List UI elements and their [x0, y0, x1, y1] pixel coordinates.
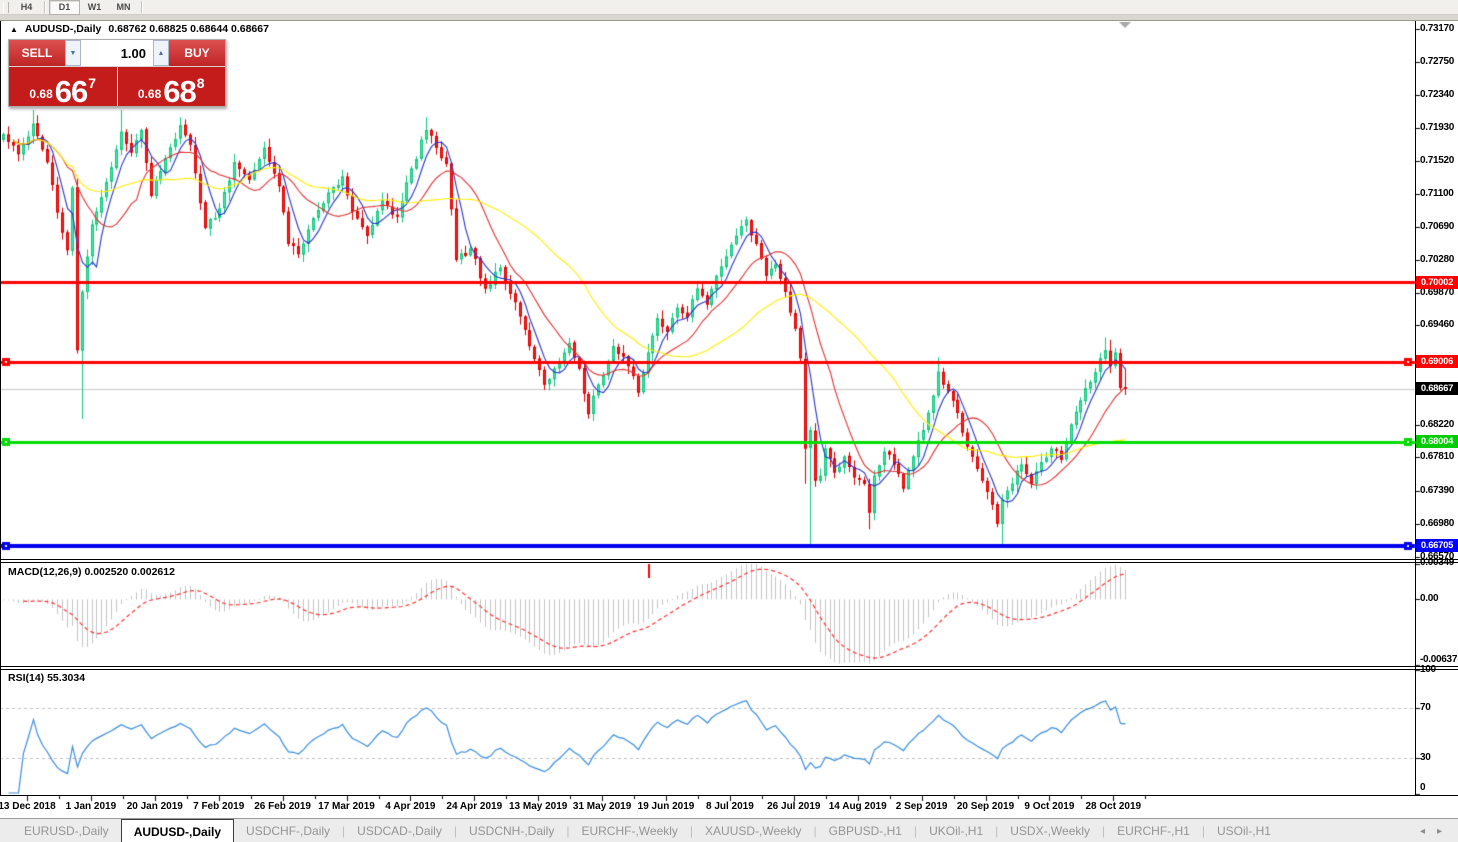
chart-tab-gbpusd-h1[interactable]: GBPUSD-,H1: [817, 819, 914, 842]
timeframe-button-w1[interactable]: W1: [80, 1, 109, 14]
chart-info-line: ▲ AUDUSD-,Daily 0.68762 0.68825 0.68644 …: [10, 23, 269, 35]
main-macd-splitter-lower[interactable]: [0, 562, 1458, 563]
time-axis-label: 9 Oct 2019: [1024, 801, 1074, 812]
buy-price-big: 68: [163, 78, 195, 105]
chart-tab-usoil-h1[interactable]: USOil-,H1: [1205, 819, 1283, 842]
chart-tab-eurusd-daily[interactable]: EURUSD-,Daily: [12, 819, 121, 842]
price-axis-label: 0.70690: [1420, 221, 1458, 232]
price-axis-label: 0.71520: [1420, 155, 1458, 166]
chart-tab-usdcad-daily[interactable]: USDCAD-,Daily: [345, 819, 454, 842]
chart-tab-usdcnh-daily[interactable]: USDCNH-,Daily: [457, 819, 566, 842]
sell-price-pip: 7: [88, 75, 96, 91]
chart-tab-eurchf-weekly[interactable]: EURCHF-,Weekly: [569, 819, 689, 842]
macd-axis-label: 0.00349: [1420, 557, 1458, 568]
price-axis-label: 0.66980: [1420, 518, 1458, 529]
rsi-axis-label: 100: [1420, 664, 1458, 675]
time-axis-label: 19 Jun 2019: [638, 801, 695, 812]
toolbar-separator: [141, 1, 143, 13]
price-badge-0.70002: 0.70002: [1416, 276, 1458, 289]
volume-increase-button[interactable]: ▲: [153, 40, 169, 66]
chart-ohlc-values: 0.68762 0.68825 0.68644 0.68667: [108, 23, 269, 35]
tab-scroll-right-button[interactable]: ▸: [1437, 826, 1442, 837]
window-chrome-strip: [0, 15, 1458, 21]
tab-scroll-left-button[interactable]: ◂: [1420, 826, 1425, 837]
time-axis-label: 7 Feb 2019: [193, 801, 244, 812]
price-axis-label: 0.67390: [1420, 485, 1458, 496]
sell-price-panel[interactable]: 0.68 66 7: [9, 67, 117, 106]
time-axis-label: 26 Feb 2019: [254, 801, 311, 812]
mt4-window: H4 D1W1MN ▲ AUDUSD-,Daily 0.68762 0.68825…: [0, 0, 1458, 842]
time-axis-label: 20 Jan 2019: [127, 801, 183, 812]
volume-decrease-button[interactable]: ▼: [65, 40, 81, 66]
rsi-axis-label: 30: [1420, 752, 1458, 763]
buy-price-pip: 8: [197, 75, 205, 91]
chart-tab-usdchf-daily[interactable]: USDCHF-,Daily: [234, 819, 342, 842]
chart-tab-usdx-weekly[interactable]: USDX-,Weekly: [998, 819, 1102, 842]
main-macd-splitter[interactable]: [0, 559, 1458, 560]
price-axis-label: 0.69460: [1420, 319, 1458, 330]
price-axis-label: 0.67810: [1420, 451, 1458, 462]
time-axis-label: 26 Jul 2019: [767, 801, 820, 812]
price-axis-label: 0.71100: [1420, 188, 1458, 199]
rsi-bottom-border: [0, 795, 1458, 796]
timeframe-toolbar: H4 D1W1MN: [0, 0, 1458, 15]
timeframe-button-h4[interactable]: H4: [12, 1, 41, 14]
collapse-triangle-icon[interactable]: ▲: [10, 25, 18, 34]
chart-tab-eurchf-h1[interactable]: EURCHF-,H1: [1105, 819, 1202, 842]
price-axis-label: 0.68220: [1420, 419, 1458, 430]
toolbar-separator: [44, 1, 46, 13]
time-axis-label: 24 Apr 2019: [446, 801, 502, 812]
volume-input[interactable]: 1.00: [81, 40, 153, 66]
time-axis-label: 17 Mar 2019: [318, 801, 375, 812]
price-axis-label: 0.71930: [1420, 122, 1458, 133]
rsi-indicator-label: RSI(14) 55.3034: [8, 672, 85, 684]
time-axis-label: 20 Sep 2019: [957, 801, 1014, 812]
price-axis-label: 0.73170: [1420, 23, 1458, 34]
price-axis-label: 0.70280: [1420, 254, 1458, 265]
price-axis-label: 0.72340: [1420, 89, 1458, 100]
time-axis-label: 14 Aug 2019: [829, 801, 887, 812]
price-badge-0.66705: 0.66705: [1416, 539, 1458, 552]
rsi-axis-label: 0: [1420, 782, 1458, 793]
price-badge-0.69006: 0.69006: [1416, 355, 1458, 368]
buy-button[interactable]: BUY: [169, 40, 225, 66]
one-click-trading-widget: SELL ▼ 1.00 ▲ BUY 0.68 66 7 0.68 68 8: [8, 39, 226, 107]
time-axis-label: 13 Dec 2018: [0, 801, 56, 812]
price-badge-0.68667: 0.68667: [1416, 382, 1458, 395]
price-axis-label: 0.72750: [1420, 56, 1458, 67]
chart-left-border: [0, 21, 1, 795]
timeframe-button-d1[interactable]: D1: [49, 0, 80, 15]
buy-price-prefix: 0.68: [138, 87, 161, 101]
time-axis-label: 4 Apr 2019: [385, 801, 435, 812]
time-axis-label: 28 Oct 2019: [1085, 801, 1141, 812]
macd-axis-label: 0.00: [1420, 593, 1458, 604]
sell-price-big: 66: [55, 78, 87, 105]
time-axis-label: 8 Jul 2019: [706, 801, 754, 812]
time-axis-label: 1 Jan 2019: [66, 801, 117, 812]
timeframe-button-mn[interactable]: MN: [109, 1, 138, 14]
chart-tab-ukoil-h1[interactable]: UKOil-,H1: [917, 819, 995, 842]
chart-tab-xauusd-weekly[interactable]: XAUUSD-,Weekly: [693, 819, 813, 842]
chart-tab-audusd-daily[interactable]: AUDUSD-,Daily: [121, 819, 234, 842]
rsi-axis-label: 70: [1420, 702, 1458, 713]
price-badge-0.68004: 0.68004: [1416, 435, 1458, 448]
buy-price-panel[interactable]: 0.68 68 8: [118, 67, 226, 106]
price-chart-canvas[interactable]: [0, 0, 1458, 842]
sell-button[interactable]: SELL: [9, 40, 65, 66]
macd-rsi-splitter-lower[interactable]: [0, 669, 1458, 670]
chart-tab-bar: EURUSD-,DailyAUDUSD-,DailyUSDCHF-,Daily|…: [0, 818, 1458, 842]
price-axis-border: [1415, 21, 1416, 795]
macd-indicator-label: MACD(12,26,9) 0.002520 0.002612: [8, 566, 175, 578]
time-axis-label: 31 May 2019: [573, 801, 631, 812]
sell-price-prefix: 0.68: [29, 87, 52, 101]
chart-symbol-title: AUDUSD-,Daily: [25, 23, 101, 35]
macd-rsi-splitter[interactable]: [0, 666, 1458, 667]
toolbar-grip[interactable]: [3, 2, 9, 13]
time-axis-label: 2 Sep 2019: [896, 801, 948, 812]
time-axis-label: 13 May 2019: [509, 801, 567, 812]
